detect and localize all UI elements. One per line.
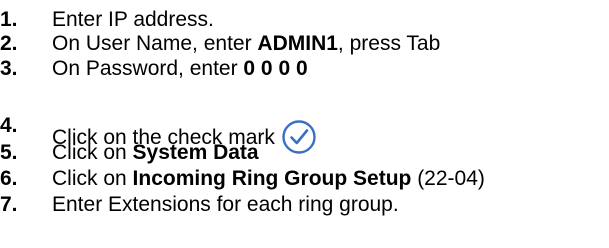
step-text: Click on Incoming Ring Group Setup (22-0… — [52, 167, 485, 190]
instruction-steps: 1. Enter IP address. 2. On User Name, en… — [0, 0, 609, 248]
ring-group-setup-label: Incoming Ring Group Setup — [132, 167, 412, 190]
step-number: 3. — [0, 57, 18, 80]
step-text: Enter IP address. — [52, 8, 214, 31]
system-data-label: System Data — [132, 141, 259, 164]
step-number: 7. — [0, 193, 18, 216]
step-number: 5. — [0, 141, 18, 164]
check-mark-icon — [281, 119, 317, 155]
username-value: ADMIN1 — [257, 32, 338, 55]
step-text: Enter Extensions for each ring group. — [52, 193, 399, 216]
step-number: 1. — [0, 8, 18, 31]
step-number: 2. — [0, 32, 18, 55]
step-number: 4. — [0, 114, 18, 137]
step-text: Click on System Data — [52, 141, 259, 164]
step-text: On User Name, enter ADMIN1, press Tab — [52, 32, 441, 55]
step-number: 6. — [0, 167, 18, 190]
step-text: On Password, enter 0 0 0 0 — [52, 57, 308, 80]
password-value: 0 0 0 0 — [243, 57, 308, 80]
